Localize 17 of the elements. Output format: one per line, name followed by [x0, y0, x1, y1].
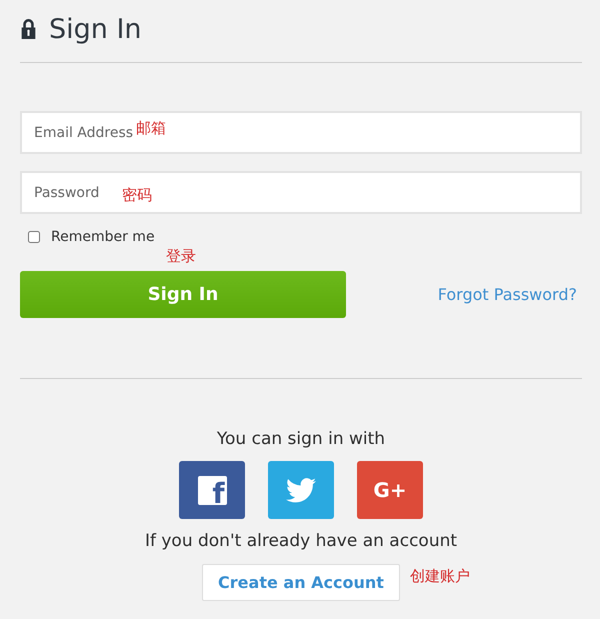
- sign-in-button[interactable]: Sign In: [20, 271, 346, 318]
- forgot-password-link[interactable]: Forgot Password?: [438, 285, 577, 304]
- bird-icon: [286, 478, 316, 502]
- create-account-button[interactable]: Create an Account: [202, 564, 400, 601]
- google-plus-button[interactable]: G+: [357, 461, 423, 519]
- remember-checkbox[interactable]: [28, 231, 40, 243]
- annotation: 邮箱: [136, 119, 166, 138]
- remember-label: Remember me: [51, 229, 155, 245]
- signup-prompt: If you don't already have an account: [144, 531, 458, 551]
- lock-icon: [20, 18, 37, 38]
- social-prompt: You can sign in with: [216, 429, 386, 449]
- annotation: 登录: [166, 247, 196, 266]
- annotation: 密码: [122, 186, 152, 205]
- annotation: 创建账户: [410, 567, 470, 586]
- page-title: Sign In: [49, 14, 142, 45]
- facebook-button[interactable]: f: [179, 461, 245, 519]
- twitter-button[interactable]: [268, 461, 334, 519]
